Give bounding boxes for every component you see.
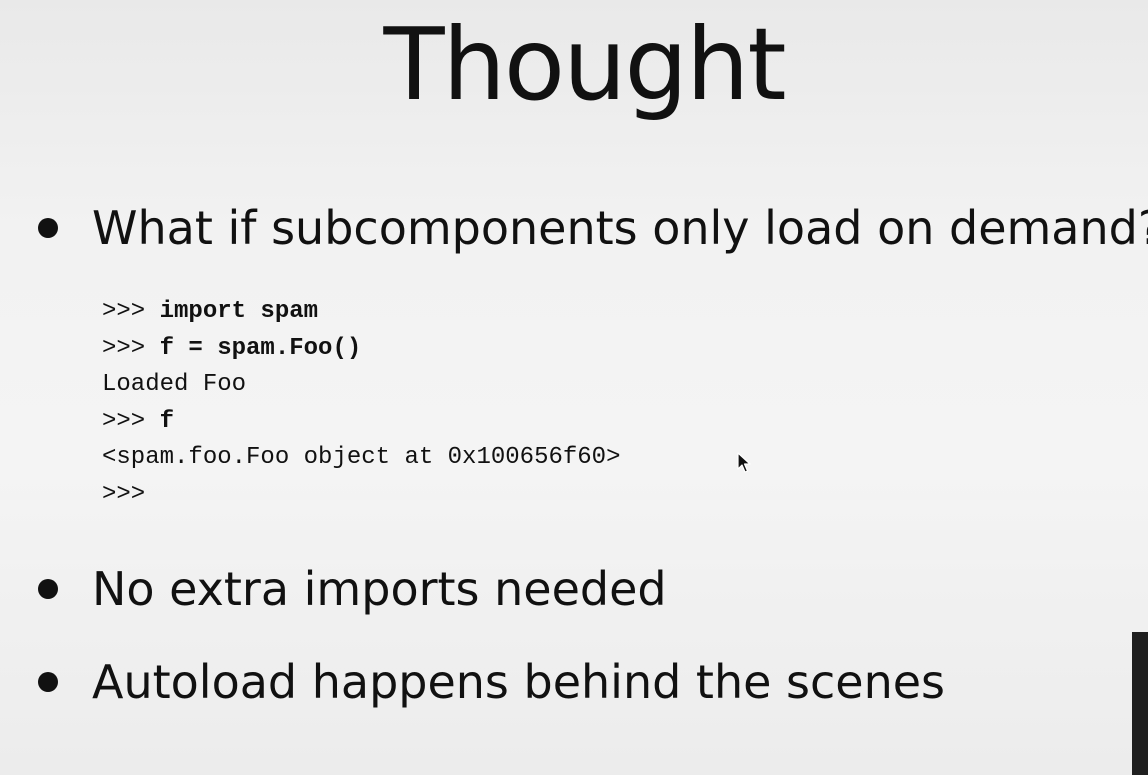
bullet-item: What if subcomponents only load on deman…: [38, 202, 1148, 254]
bullet-dot-icon: [38, 672, 58, 692]
bullet-item: No extra imports needed: [38, 563, 667, 615]
code-block: >>> import spam >>> f = spam.Foo() Loade…: [102, 294, 620, 514]
slide-title: Thought: [383, 6, 786, 123]
code-line: >>> import spam: [102, 294, 620, 331]
bullet-item: Autoload happens behind the scenes: [38, 656, 945, 708]
prompt: >>>: [102, 298, 160, 325]
code-line: >>> f: [102, 404, 620, 441]
code-output-line: Loaded Foo: [102, 371, 247, 399]
mouse-pointer-icon: [737, 452, 751, 473]
code-prompt-line: >>>: [102, 480, 146, 508]
slide: Thought What if subcomponents only load …: [0, 0, 1148, 775]
bullet-dot-icon: [38, 579, 58, 599]
prompt: >>>: [102, 407, 160, 435]
code-input: import spam: [159, 298, 319, 325]
code-line: >>> f = spam.Foo(): [102, 331, 620, 368]
prompt: >>>: [102, 334, 160, 362]
code-input: f = spam.Foo(): [159, 334, 362, 362]
edge-panel: [1132, 632, 1148, 775]
bullet-text: No extra imports needed: [92, 562, 667, 616]
bullet-text: What if subcomponents only load on deman…: [92, 201, 1148, 255]
code-output-line: <spam.foo.Foo object at 0x100656f60>: [102, 444, 621, 472]
bullet-text: Autoload happens behind the scenes: [92, 655, 946, 709]
bullet-dot-icon: [38, 218, 58, 238]
code-input: f: [159, 407, 175, 435]
